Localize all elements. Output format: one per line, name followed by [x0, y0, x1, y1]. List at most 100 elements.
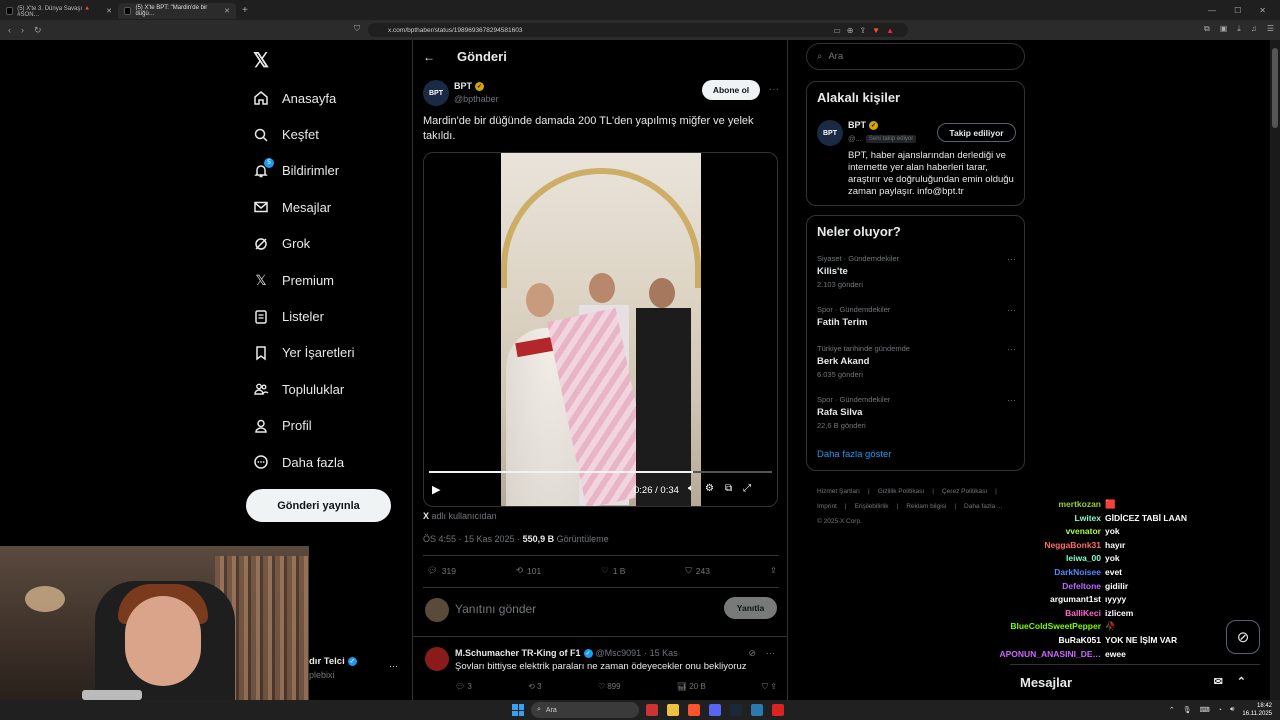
footer-link[interactable]: Imprint — [817, 503, 837, 510]
mic-icon[interactable]: 🎙︎ — [1183, 706, 1192, 714]
obs-icon[interactable] — [772, 704, 784, 716]
reply-input[interactable]: Yanıtını gönder — [455, 602, 536, 616]
new-tab-icon[interactable]: + — [242, 5, 248, 16]
video-progress-bar[interactable] — [429, 471, 772, 473]
browser-tab-active[interactable]: (5) X'te BPT: "Mardin'de bir düğü… ✕ — [118, 3, 236, 19]
close-window-icon[interactable]: ✕ — [1259, 6, 1266, 15]
nav-item-premium[interactable]: 𝕏 Premium — [252, 262, 355, 298]
media-icon[interactable]: ♫ — [1251, 24, 1257, 34]
more-options-icon[interactable]: ··· — [766, 648, 775, 659]
nav-item-grok[interactable]: Grok — [252, 226, 355, 262]
reply-author-name[interactable]: M.Schumacher TR-King of F1 — [455, 648, 581, 658]
extensions-icon[interactable]: ⧉ — [1204, 24, 1210, 34]
pip-icon[interactable]: ⧉ — [725, 483, 732, 494]
nav-item-profile[interactable]: Profil — [252, 408, 355, 444]
clock[interactable]: 18:42 16.11.2025 — [1242, 702, 1272, 718]
who-to-follow-name[interactable]: dır Telci ✓ — [309, 656, 357, 667]
network-icon[interactable]: ⌨ — [1200, 706, 1210, 714]
avatar[interactable]: BPT — [817, 120, 843, 146]
discord-icon[interactable] — [709, 704, 721, 716]
more-options-icon[interactable]: ··· — [1007, 305, 1016, 315]
brave-shield-icon[interactable]: ▼ — [872, 26, 880, 35]
more-options-icon[interactable]: ··· — [1007, 344, 1016, 354]
footer-link[interactable]: Çerez Politikası — [942, 488, 987, 495]
nav-item-more[interactable]: Daha fazla — [252, 444, 355, 480]
repost-action[interactable]: ⟲ 101 — [516, 565, 541, 576]
source-x-logo-icon[interactable]: X — [423, 511, 429, 521]
footer-link[interactable]: Gizlilik Politikası — [878, 488, 925, 495]
nav-item-bookmarks[interactable]: Yer İşaretleri — [252, 335, 355, 371]
nav-item-communities[interactable]: Topluluklar — [252, 371, 355, 407]
share-action[interactable]: ⇪ — [770, 565, 777, 576]
nav-item-explore[interactable]: Keşfet — [252, 116, 355, 152]
scroll-thumb[interactable] — [1272, 48, 1278, 128]
folder-icon[interactable] — [667, 704, 679, 716]
address-bar[interactable]: x.com/bpthaber/status/198969367829458160… — [368, 23, 908, 37]
bookmark-action[interactable]: ⛉ 243 — [685, 565, 710, 576]
following-button[interactable]: Takip ediliyor — [937, 123, 1016, 142]
close-tab-icon[interactable]: ✕ — [106, 7, 112, 15]
more-options-icon[interactable]: ··· — [769, 84, 779, 95]
zoom-icon[interactable]: ⊕ — [847, 26, 854, 35]
related-name[interactable]: BPT ✓ — [848, 120, 878, 130]
minimize-icon[interactable]: — — [1208, 6, 1216, 15]
screen-icon[interactable]: ▭ — [833, 26, 841, 35]
nav-item-messages[interactable]: Mesajlar — [252, 189, 355, 225]
reply-action[interactable]: 💬︎ 319 — [427, 565, 456, 576]
close-tab-icon[interactable]: ✕ — [224, 7, 230, 15]
steam-icon[interactable] — [730, 704, 742, 716]
download-icon[interactable]: ⤓ — [1237, 24, 1241, 34]
expand-icon[interactable]: ⌃ — [1237, 675, 1246, 688]
back-arrow-icon[interactable]: ← — [423, 50, 435, 64]
footer-link[interactable]: Hizmet Şartları — [817, 488, 860, 495]
reply-date[interactable]: · 15 Kas — [644, 648, 678, 658]
reply-action[interactable]: 💬︎ 3 — [455, 682, 472, 692]
post-time[interactable]: ÖS 4:55 · 15 Kas 2025 · — [423, 534, 520, 544]
like-action[interactable]: ♡ 899 — [598, 682, 621, 692]
maximize-icon[interactable]: ☐ — [1234, 6, 1241, 15]
trend-item[interactable]: Siyaset · Gündemdekiler Kilis'te 2.103 g… — [817, 254, 1016, 289]
fullscreen-icon[interactable]: ⤢ — [743, 483, 751, 494]
video-player[interactable]: ▶ 0:26 / 0:34 🔈︎ ⚙ ⧉ ⤢ — [423, 152, 778, 507]
app-icon[interactable] — [646, 704, 658, 716]
trend-item[interactable]: Spor · Gündemdekiler Fatih Terim ··· — [817, 305, 1016, 328]
play-icon[interactable]: ▶ — [432, 483, 440, 496]
messages-drawer[interactable]: Mesajlar ✉ ⌃ — [1010, 664, 1260, 700]
like-action[interactable]: ♡ 1 B — [601, 565, 625, 576]
app-icon[interactable] — [751, 704, 763, 716]
author-handle[interactable]: @bpthaber — [454, 94, 499, 104]
nav-item-notifications[interactable]: 5 Bildirimler — [252, 153, 355, 189]
wallet-icon[interactable]: ▣ — [1220, 24, 1228, 34]
reply-button[interactable]: Yanıtla — [724, 597, 777, 619]
rewards-icon[interactable]: ▲ — [886, 26, 894, 35]
wifi-icon[interactable]: ◔ — [1218, 707, 1222, 714]
nav-item-lists[interactable]: Listeler — [252, 298, 355, 334]
bookmark-action[interactable]: ⛉ ⇪ — [762, 682, 777, 692]
page-scrollbar[interactable] — [1270, 40, 1280, 700]
more-options-icon[interactable]: ··· — [389, 661, 398, 671]
settings-gear-icon[interactable]: ⚙ — [705, 483, 714, 494]
more-options-icon[interactable]: ··· — [1007, 254, 1016, 264]
search-input[interactable]: ⌕ Ara — [806, 43, 1025, 70]
back-icon[interactable]: ‹ — [8, 25, 11, 36]
footer-link[interactable]: Reklam bilgisi — [906, 503, 946, 510]
related-handle-text[interactable]: @... — [848, 134, 862, 143]
x-logo-icon[interactable]: 𝕏 — [253, 48, 269, 73]
grok-icon[interactable]: ⊘ — [1226, 620, 1260, 654]
forward-icon[interactable]: › — [21, 25, 24, 36]
new-message-icon[interactable]: ✉ — [1214, 675, 1223, 688]
grok-icon[interactable]: ⊘ — [748, 648, 756, 659]
brave-icon[interactable] — [688, 704, 700, 716]
volume-icon[interactable]: 🔊︎ — [1230, 706, 1234, 714]
taskbar-search[interactable]: ⌕ Ara — [531, 702, 639, 718]
repost-action[interactable]: ⟲ 3 — [528, 682, 541, 692]
bookmark-page-icon[interactable]: ⛉ — [354, 24, 360, 34]
menu-icon[interactable]: ☰ — [1267, 24, 1274, 34]
subscribe-button[interactable]: Abone ol — [702, 80, 760, 100]
avatar[interactable] — [425, 647, 449, 671]
reply-author-handle[interactable]: @Msc9091 — [596, 648, 642, 658]
nav-item-home[interactable]: Anasayfa — [252, 80, 355, 116]
browser-tab[interactable]: (5) X'te 3. Dünya Savaşı 🔺 #SON… ✕ — [0, 3, 118, 19]
avatar[interactable]: BPT — [423, 80, 449, 106]
trend-item[interactable]: Türkiye tarihinde gündemde Berk Akand 6.… — [817, 344, 1016, 379]
